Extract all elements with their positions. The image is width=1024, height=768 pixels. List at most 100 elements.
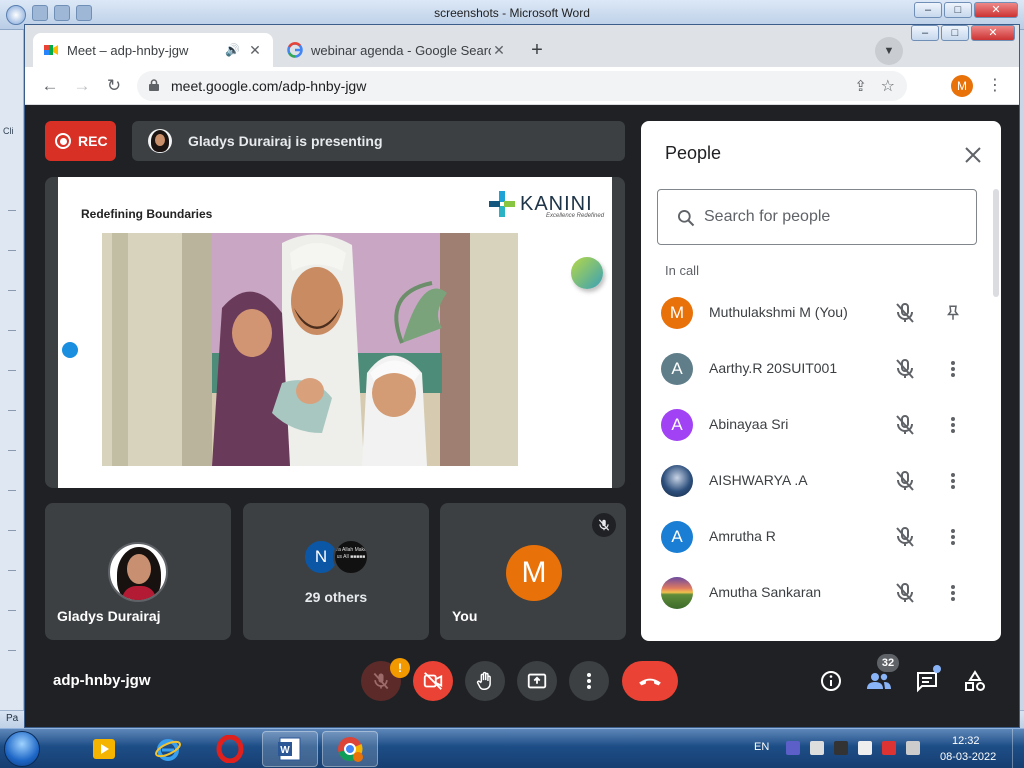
close-icon[interactable] — [961, 143, 985, 167]
network-icon[interactable] — [906, 741, 920, 755]
svg-text:W: W — [280, 745, 290, 756]
tab-label: Meet – adp-hnby-jgw — [67, 42, 189, 58]
participant-count-badge: 32 — [877, 654, 899, 672]
presenting-banner: Gladys Durairaj is presenting — [132, 121, 625, 161]
family-illustration — [102, 233, 518, 466]
mic-warning-badge: ! — [390, 658, 410, 678]
presentation-tile[interactable]: Redefining Boundaries KANINI Excellence … — [45, 177, 625, 488]
muted-mic-icon — [896, 415, 914, 435]
people-search-box[interactable] — [657, 189, 977, 245]
participant-avatar: Ya Allah Make us All ■■■■■ — [333, 539, 369, 575]
browser-toolbar: ← → ↻ meet.google.com/adp-hnby-jgw ⇪ ☆ M… — [25, 67, 1019, 105]
slide-decoration-dot — [62, 342, 78, 358]
tab-search-button[interactable]: ▼ — [875, 37, 903, 65]
tab-meet[interactable]: Meet – adp-hnby-jgw 🔊 ✕ — [33, 33, 273, 67]
opera-icon[interactable] — [202, 731, 258, 767]
raise-hand-button[interactable] — [465, 661, 505, 701]
minimize-button[interactable]: – — [911, 25, 939, 41]
more-options-button[interactable] — [569, 661, 609, 701]
activities-button[interactable] — [961, 667, 989, 695]
recording-label: REC — [78, 133, 108, 149]
volume-icon[interactable] — [858, 741, 872, 755]
muted-mic-icon — [896, 527, 914, 547]
tab-google-search[interactable]: webinar agenda - Google Search ✕ — [277, 33, 517, 67]
media-player-icon[interactable] — [76, 731, 132, 767]
reload-icon[interactable]: ↻ — [101, 73, 127, 99]
chrome-menu-icon[interactable]: ⋮ — [985, 73, 1005, 99]
meeting-details-button[interactable] — [817, 667, 845, 695]
teams-tray-icon[interactable] — [786, 741, 800, 755]
tab-strip: Meet – adp-hnby-jgw 🔊 ✕ webinar agenda -… — [25, 25, 1019, 67]
leave-call-button[interactable] — [622, 661, 678, 701]
list-item[interactable]: M Muthulakshmi M (You) — [641, 285, 993, 341]
present-now-button[interactable] — [517, 661, 557, 701]
more-vert-icon[interactable] — [941, 469, 965, 493]
close-tab-icon[interactable]: ✕ — [491, 42, 507, 59]
chrome-window: Meet – adp-hnby-jgw 🔊 ✕ webinar agenda -… — [24, 24, 1020, 728]
address-bar[interactable]: meet.google.com/adp-hnby-jgw ⇪ ☆ — [137, 71, 907, 101]
close-button[interactable]: ✕ — [974, 2, 1018, 18]
new-tab-button[interactable]: + — [523, 37, 551, 65]
mic-off-icon — [373, 672, 389, 690]
language-indicator[interactable]: EN — [754, 741, 769, 753]
clock-time[interactable]: 12:32 — [952, 735, 980, 747]
audio-playing-icon[interactable]: 🔊 — [225, 43, 241, 57]
windows-taskbar: W EN 12:32 08-03-2022 — [0, 728, 1024, 768]
search-input[interactable] — [704, 206, 964, 228]
show-desktop-button[interactable] — [1012, 729, 1024, 768]
list-item[interactable]: A Amrutha R — [641, 509, 993, 565]
people-icon — [867, 673, 891, 689]
list-item[interactable]: A Abinayaa Sri — [641, 397, 993, 453]
participant-tile-others[interactable]: N Ya Allah Make us All ■■■■■ 29 others — [243, 503, 429, 640]
more-vert-icon[interactable] — [941, 581, 965, 605]
list-item[interactable]: AISHWARYA .A — [641, 453, 993, 509]
google-favicon-icon — [287, 42, 303, 58]
self-avatar: M — [506, 545, 562, 601]
share-icon[interactable]: ⇪ — [854, 77, 867, 95]
participant-avatar — [108, 542, 168, 602]
word-status-text: Pa — [6, 713, 19, 724]
close-tab-icon[interactable]: ✕ — [247, 42, 263, 59]
word-window-controls: – □ ✕ — [914, 2, 1018, 18]
bookmark-star-icon[interactable]: ☆ — [881, 76, 895, 96]
more-vert-icon[interactable] — [941, 413, 965, 437]
kanini-tagline: Excellence Redefined — [546, 213, 605, 219]
record-icon — [55, 133, 71, 149]
recording-badge[interactable]: REC — [45, 121, 116, 161]
person-avatar — [661, 577, 693, 609]
people-panel: People In call M Muthulakshmi M (You) — [641, 121, 1001, 641]
minimize-button[interactable]: – — [914, 2, 942, 18]
lock-icon[interactable] — [149, 79, 159, 91]
tray-app-icon[interactable] — [882, 741, 896, 755]
internet-explorer-icon[interactable] — [140, 731, 196, 767]
list-item[interactable]: Amutha Sankaran — [641, 565, 993, 621]
meet-favicon-icon — [44, 45, 58, 55]
maximize-button[interactable]: □ — [941, 25, 969, 41]
list-item[interactable]: A Aarthy.R 20SUIT001 — [641, 341, 993, 397]
profile-avatar[interactable]: M — [951, 75, 973, 97]
presenter-avatar — [148, 129, 172, 153]
camera-button[interactable] — [413, 661, 453, 701]
close-button[interactable]: ✕ — [971, 25, 1015, 41]
tray-app-icon[interactable] — [834, 741, 848, 755]
start-button[interactable] — [4, 731, 40, 767]
back-arrow-icon[interactable]: ← — [37, 73, 63, 99]
people-panel-title: People — [665, 143, 722, 163]
presenting-text: Gladys Durairaj is presenting — [188, 133, 383, 149]
muted-mic-icon — [896, 303, 914, 323]
word-taskbar-icon[interactable]: W — [262, 731, 318, 767]
forward-arrow-icon[interactable]: → — [69, 73, 95, 99]
participant-tile-gladys[interactable]: Gladys Durairaj — [45, 503, 231, 640]
chrome-taskbar-icon[interactable] — [322, 731, 378, 767]
participant-name: Gladys Durairaj — [57, 608, 161, 624]
maximize-button[interactable]: □ — [944, 2, 972, 18]
more-vert-icon[interactable] — [941, 357, 965, 381]
people-scrollbar[interactable] — [993, 189, 999, 297]
pin-icon[interactable] — [941, 301, 965, 325]
clock-date[interactable]: 08-03-2022 — [940, 751, 996, 763]
participant-tile-you[interactable]: M You — [440, 503, 626, 640]
more-vert-icon[interactable] — [941, 525, 965, 549]
kanini-logo-mark-icon — [489, 191, 515, 217]
word-window-title: screenshots - Microsoft Word — [434, 6, 590, 20]
network-warning-icon[interactable] — [810, 741, 824, 755]
